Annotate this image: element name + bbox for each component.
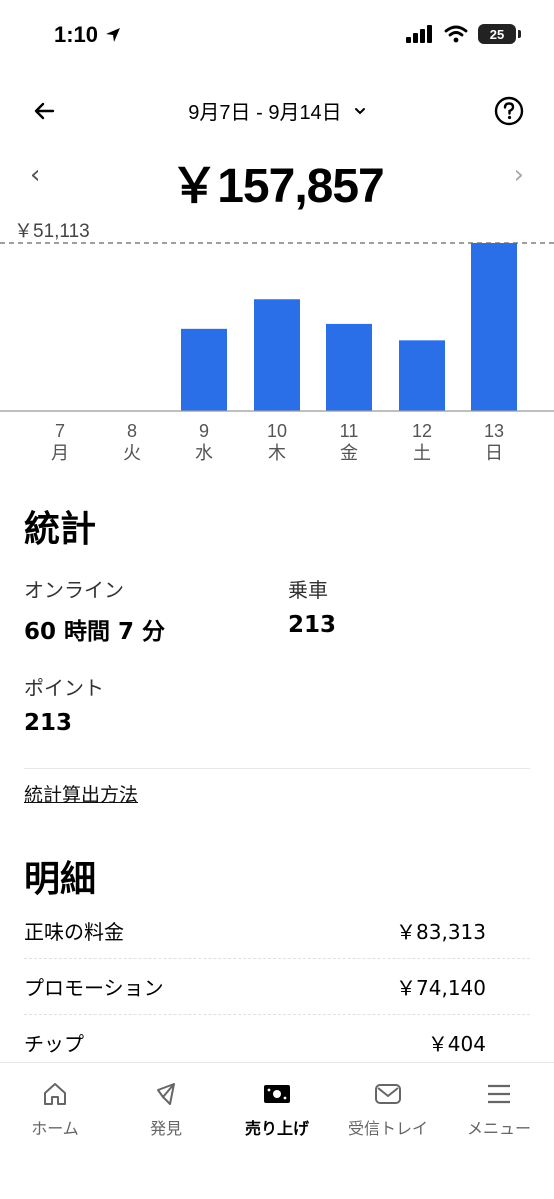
nav-discover[interactable]: 発見 xyxy=(111,1079,221,1139)
detail-value: ￥404 xyxy=(427,1031,486,1056)
detail-value: ￥83,313 xyxy=(396,919,486,944)
nav-label: メニュー xyxy=(466,1119,531,1138)
total-earnings: ￥157,857 xyxy=(170,160,385,213)
chart-day-label: 7月 xyxy=(30,420,90,464)
detail-divider xyxy=(24,1014,530,1015)
rides-label: 乗車 xyxy=(288,578,328,602)
detail-row: プロモーション ￥74,140 xyxy=(24,966,486,1006)
points-value: 213 xyxy=(24,710,73,736)
day-weekday: 日 xyxy=(485,443,503,463)
status-icons: 25 xyxy=(406,24,521,44)
home-icon xyxy=(40,1079,70,1109)
online-label: オンライン xyxy=(24,578,124,602)
nav-label: ホーム xyxy=(31,1119,79,1138)
details-title: 明細 xyxy=(24,859,97,900)
points-label: ポイント xyxy=(24,676,104,700)
chart-day-label: 11 金 xyxy=(319,420,379,464)
day-weekday: 火 xyxy=(123,443,141,463)
detail-value: ￥74,140 xyxy=(396,975,486,1000)
online-value: 60 時間 7 分 xyxy=(24,619,166,645)
signal-icon xyxy=(406,25,432,43)
chart-day-label: 9水 xyxy=(174,420,234,464)
status-bar: 1:10 25 xyxy=(0,0,554,76)
help-button[interactable] xyxy=(492,94,526,128)
day-weekday: 水 xyxy=(195,443,213,463)
day-weekday: 金 xyxy=(340,443,358,463)
earnings-chart: ￥51,113 7 月 8 火 9 水 10 木 11 金 12 土 13 日 xyxy=(0,210,554,470)
chart-bar[interactable] xyxy=(471,243,517,411)
detail-label: 正味の料金 xyxy=(24,919,124,944)
chart-max-label: ￥51,113 xyxy=(14,221,90,242)
day-number: 10 xyxy=(266,421,288,441)
chart-day-label: 13 日 xyxy=(464,420,524,464)
chart-day-labels: 7 月 8 火 9 水 10 木 11 金 12 土 13 日 xyxy=(0,420,554,470)
day-number: 9 xyxy=(198,421,209,441)
day-number: 7 xyxy=(54,421,65,441)
date-range-selector[interactable]: 9月7日 - 9月14日 xyxy=(0,96,554,125)
detail-label: プロモーション xyxy=(24,975,164,1000)
chart-bar[interactable] xyxy=(254,299,300,411)
chevron-down-icon xyxy=(354,107,365,114)
rides-value: 213 xyxy=(288,612,337,638)
menu-icon xyxy=(484,1079,514,1109)
clock: 1:10 xyxy=(54,22,99,47)
status-time: 1:10 xyxy=(54,22,122,48)
day-weekday: 木 xyxy=(268,443,286,463)
wifi-icon xyxy=(444,25,468,43)
day-weekday: 土 xyxy=(413,443,431,463)
question-icon xyxy=(494,96,524,126)
battery-icon: 25 xyxy=(478,24,521,44)
chart-bar[interactable] xyxy=(181,328,227,411)
detail-divider xyxy=(24,958,530,959)
detail-row: チップ ￥404 xyxy=(24,1022,486,1062)
day-number: 13 xyxy=(483,421,505,441)
nav-label: 受信トレイ xyxy=(347,1119,428,1138)
chart-day-label: 10 木 xyxy=(247,420,307,464)
battery-level: 25 xyxy=(489,26,505,42)
day-weekday: 月 xyxy=(51,443,69,463)
chart-bar[interactable] xyxy=(399,340,445,411)
day-number: 12 xyxy=(411,421,433,441)
next-week-button[interactable]: › xyxy=(514,160,524,190)
chart-day-label: 8火 xyxy=(102,420,162,464)
nav-earnings[interactable]: 売り上げ xyxy=(222,1079,332,1139)
detail-label: チップ xyxy=(24,1031,84,1056)
location-arrow-icon xyxy=(106,28,121,42)
stats-calculation-link[interactable]: 統計算出方法 xyxy=(24,780,138,807)
cash-icon xyxy=(262,1079,292,1109)
nav-menu[interactable]: メニュー xyxy=(444,1079,554,1139)
day-number: 11 xyxy=(339,421,359,441)
divider xyxy=(24,768,530,769)
compass-icon xyxy=(151,1079,181,1109)
chart-day-label: 12 土 xyxy=(392,420,452,464)
chart-bar[interactable] xyxy=(326,323,372,411)
total-row: ‹ ￥157,857 › xyxy=(0,142,554,213)
day-number: 8 xyxy=(126,421,137,441)
nav-home[interactable]: ホーム xyxy=(0,1079,110,1139)
bottom-nav: ホーム 発見 売り上げ 受信トレイ メニュー xyxy=(0,1062,554,1199)
nav-inbox[interactable]: 受信トレイ xyxy=(333,1079,443,1139)
stats-title: 統計 xyxy=(24,509,97,550)
date-range-label: 9月7日 - 9月14日 xyxy=(188,102,342,124)
nav-label: 発見 xyxy=(149,1119,182,1138)
detail-row: 正味の料金 ￥83,313 xyxy=(24,910,486,950)
header: 9月7日 - 9月14日 xyxy=(0,84,554,136)
nav-label: 売り上げ xyxy=(244,1119,309,1138)
mail-icon xyxy=(373,1079,403,1109)
